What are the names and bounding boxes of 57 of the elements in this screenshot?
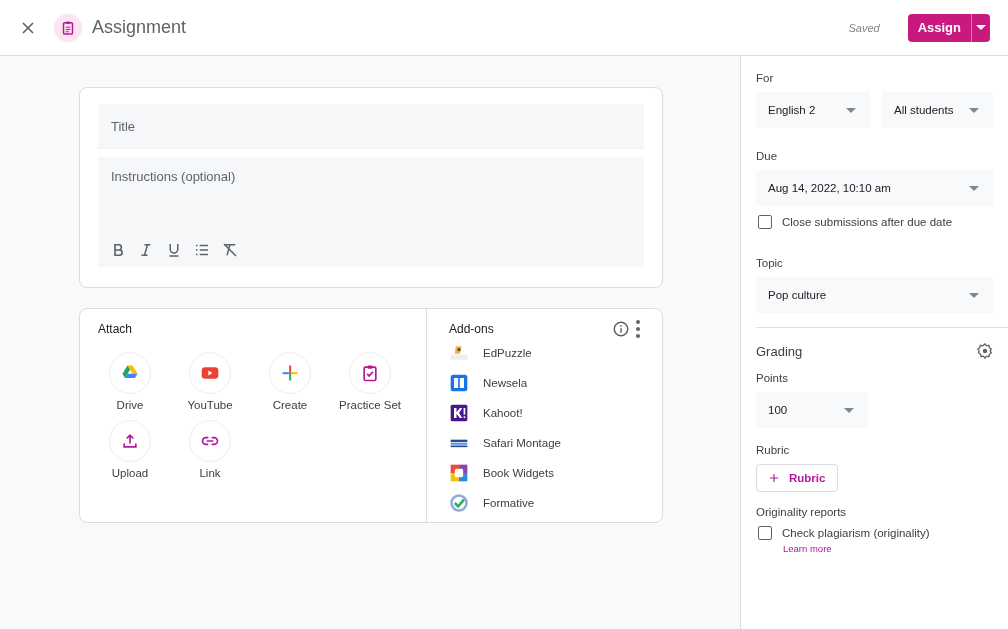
attach-option[interactable]: Drive — [90, 352, 170, 412]
add-ons-heading: Add-ons — [449, 322, 495, 336]
attach-option[interactable]: Create — [250, 352, 330, 412]
attach-heading: Attach — [98, 322, 134, 336]
dropdown-caret-icon — [844, 407, 854, 413]
dropdown-caret-icon — [969, 292, 979, 298]
students-select[interactable]: All students — [882, 92, 993, 128]
field-label: Due — [756, 150, 779, 162]
add-on-item[interactable]: Book Widgets — [449, 458, 554, 488]
puzzle-logo-icon — [449, 343, 469, 363]
add-on-item[interactable]: Safari Montage — [449, 428, 561, 458]
grading-heading: Grading — [756, 343, 803, 359]
assign-button[interactable]: Assign — [907, 13, 971, 42]
upload-icon — [120, 431, 140, 451]
dropdown-caret-icon — [969, 107, 979, 113]
add-rubric-button[interactable]: Rubric — [756, 464, 839, 492]
settings-icon — [976, 342, 994, 360]
settings-button[interactable] — [976, 342, 994, 360]
attach-option[interactable]: Upload — [90, 420, 170, 480]
more-icon — [636, 320, 640, 338]
window-title: Assignment — [92, 17, 188, 38]
info-button[interactable] — [612, 320, 630, 338]
field-label: Points — [756, 372, 789, 384]
instructions-field[interactable]: Instructions (optional) — [111, 169, 631, 184]
check-circle-logo-icon — [449, 493, 469, 513]
attach-option[interactable]: YouTube — [170, 352, 250, 412]
plus-icon — [767, 471, 781, 485]
info-icon — [612, 320, 630, 338]
field-label: Topic — [756, 257, 784, 269]
dropdown-caret-icon — [976, 25, 986, 30]
save-status: Saved — [848, 21, 880, 34]
add-on-item[interactable]: Newsela — [449, 368, 528, 398]
add-on-item[interactable]: EdPuzzle — [449, 338, 532, 368]
clear-format-icon — [221, 241, 239, 259]
plagiarism-checkbox[interactable]: Check plagiarism (originality) — [758, 526, 930, 540]
plus-icon — [280, 363, 300, 383]
due-date-select[interactable]: Aug 14, 2022, 10:10 am — [756, 170, 993, 206]
add-on-item[interactable]: Formative — [449, 488, 535, 518]
dropdown-caret-icon — [846, 107, 856, 113]
learn-more-link[interactable]: Learn more — [783, 543, 1008, 554]
attach-option[interactable]: Link — [170, 420, 250, 480]
close-submissions-checkbox[interactable]: Close submissions after due date — [758, 215, 953, 229]
kahoot-logo-icon — [449, 403, 469, 423]
dropdown-caret-icon — [969, 185, 979, 191]
more-button[interactable] — [636, 320, 640, 338]
class-select[interactable]: English 2 — [756, 92, 870, 128]
points-select[interactable]: 100 — [756, 392, 868, 428]
clipboard-check-icon — [360, 363, 380, 383]
tiles-logo-icon — [449, 463, 469, 483]
topic-select[interactable]: Pop culture — [756, 277, 993, 313]
field-label: Rubric — [756, 444, 791, 456]
add-on-item[interactable]: Kahoot! — [449, 398, 523, 428]
attach-option[interactable]: Practice Set — [330, 352, 410, 412]
field-label: For — [756, 72, 775, 84]
field-label: Originality reports — [756, 506, 848, 518]
newsela-logo-icon — [449, 373, 469, 393]
title-field[interactable]: Title — [98, 104, 644, 149]
